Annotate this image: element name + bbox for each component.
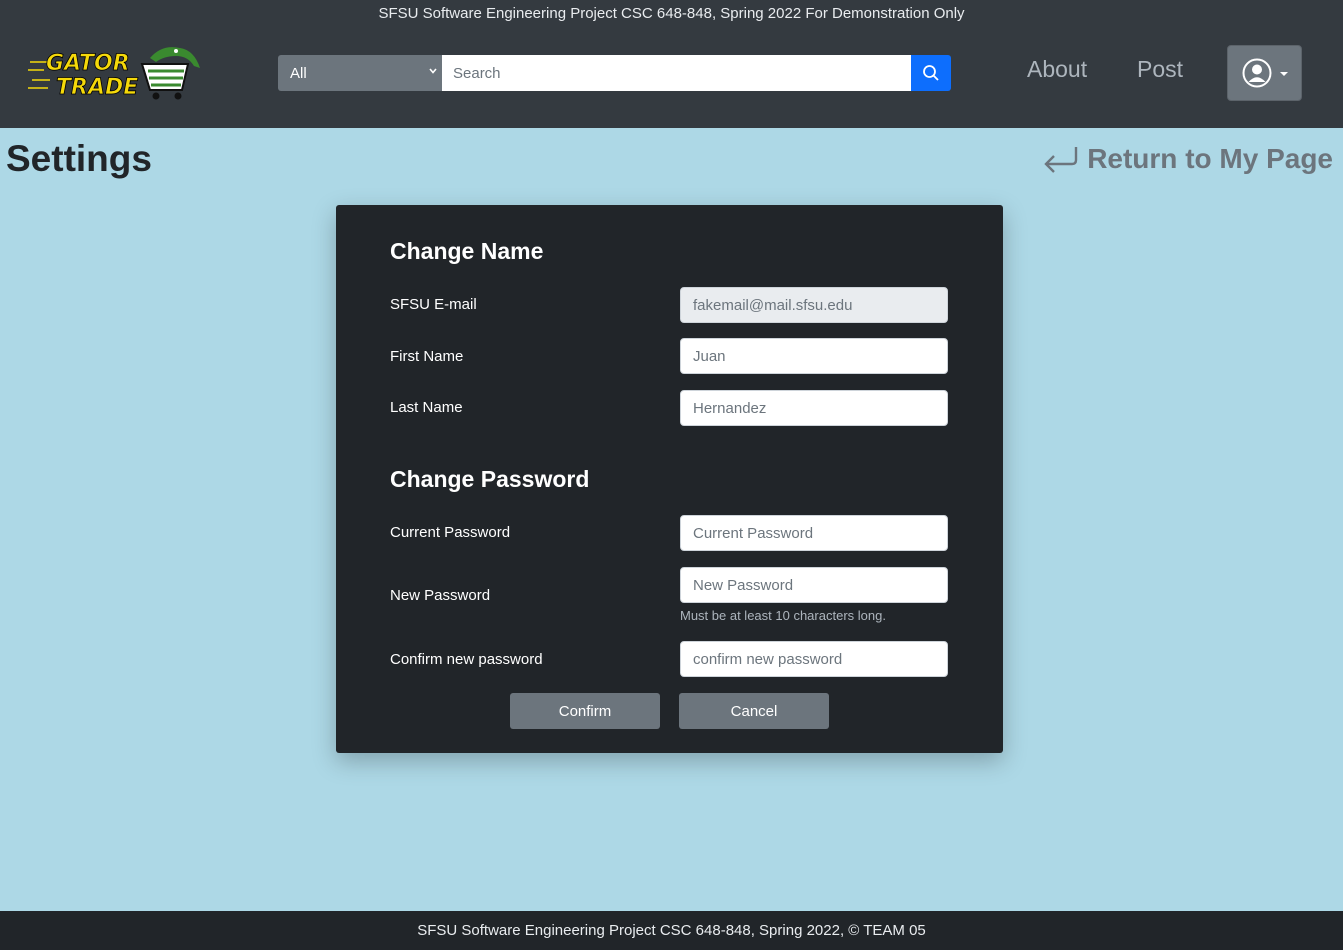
footer: SFSU Software Engineering Project CSC 64… [0, 911, 1343, 950]
search-bar: All [278, 55, 951, 91]
chevron-down-icon [429, 68, 437, 74]
user-menu-button[interactable] [1227, 45, 1302, 101]
footer-text: SFSU Software Engineering Project CSC 64… [417, 922, 926, 939]
nav-about-link[interactable]: About [1027, 56, 1087, 83]
logo-text-top: GATOR [46, 51, 130, 76]
email-label: SFSU E-mail [390, 296, 477, 313]
nav-post-link[interactable]: Post [1137, 56, 1183, 83]
change-name-heading: Change Name [390, 238, 544, 264]
current-password-field[interactable] [680, 515, 948, 551]
first-name-field[interactable] [680, 338, 948, 374]
email-field [680, 287, 948, 323]
logo-text-bottom: TRADE [56, 75, 138, 100]
current-password-label: Current Password [390, 524, 511, 541]
category-select[interactable]: All [278, 55, 442, 91]
change-password-heading: Change Password [390, 466, 590, 492]
return-link-label: Return to My Page [1087, 143, 1333, 174]
user-circle-icon [1242, 58, 1271, 88]
new-password-help: Must be at least 10 characters long. [680, 608, 886, 623]
gator-trade-logo[interactable]: GATOR TRADE [28, 40, 204, 102]
category-selected-value: All [290, 64, 307, 82]
new-password-field[interactable] [680, 567, 948, 603]
last-name-field[interactable] [680, 390, 948, 426]
page-title: Settings [6, 138, 152, 179]
last-name-label: Last Name [390, 399, 463, 416]
search-button[interactable] [911, 55, 951, 91]
top-navbar: SFSU Software Engineering Project CSC 64… [0, 0, 1343, 128]
caret-down-icon [1279, 72, 1288, 76]
search-icon [923, 65, 939, 81]
confirm-password-field[interactable] [680, 641, 948, 677]
return-to-my-page-link[interactable]: Return to My Page [1043, 143, 1333, 175]
demo-banner: SFSU Software Engineering Project CSC 64… [378, 5, 965, 22]
first-name-label: First Name [390, 348, 464, 365]
return-arrow-icon [1044, 147, 1078, 173]
settings-card: Change Name SFSU E-mail First Name Last … [336, 205, 1003, 753]
new-password-label: New Password [390, 587, 491, 604]
search-input[interactable] [442, 55, 911, 91]
confirm-password-label: Confirm new password [390, 651, 543, 668]
confirm-button[interactable]: Confirm [510, 693, 660, 729]
cancel-button[interactable]: Cancel [679, 693, 829, 729]
